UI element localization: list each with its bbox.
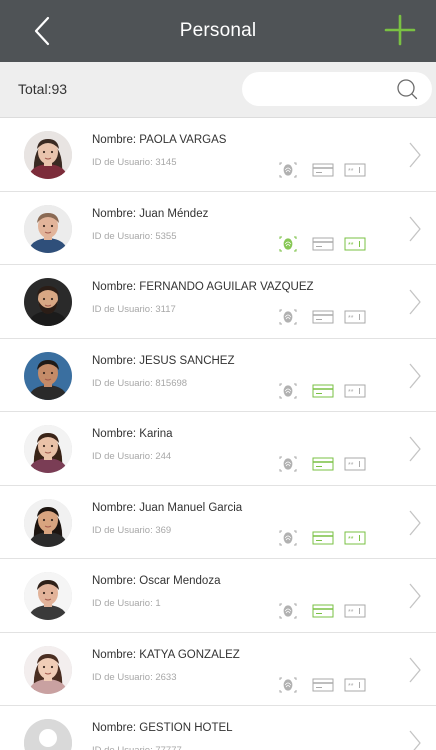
chevron-left-icon[interactable]: [26, 14, 60, 48]
card-icon: [312, 603, 334, 619]
user-id: ID de Usuario: 77777: [92, 745, 182, 750]
card-icon: [312, 383, 334, 399]
avatar: [24, 204, 72, 253]
card-icon: [312, 309, 334, 325]
list-item[interactable]: Nombre: PAOLA VARGAS ID de Usuario: 3145 …: [0, 118, 436, 192]
list-item[interactable]: Nombre: Juan Méndez ID de Usuario: 5355 *…: [0, 191, 436, 265]
user-id: ID de Usuario: 1: [92, 598, 161, 609]
list-item[interactable]: Nombre: Oscar Mendoza ID de Usuario: 1 **: [0, 559, 436, 633]
credential-icons: **: [277, 456, 369, 472]
fingerprint-icon: [277, 383, 299, 399]
credential-icons: **: [277, 530, 369, 546]
fingerprint-icon: [277, 603, 299, 619]
chevron-right-icon[interactable]: [408, 435, 422, 463]
fingerprint-icon: [277, 162, 299, 178]
avatar: [24, 425, 72, 473]
user-name: Nombre: KATYA GONZALEZ: [92, 648, 240, 661]
user-name: Nombre: Oscar Mendoza: [92, 575, 221, 587]
chevron-right-icon[interactable]: [408, 729, 422, 750]
fingerprint-icon: [277, 309, 299, 325]
user-name: Nombre: Juan Méndez: [92, 207, 209, 220]
user-list: Nombre: PAOLA VARGAS ID de Usuario: 3145 …: [0, 118, 436, 750]
page-title: Personal: [179, 20, 257, 41]
password-icon: **: [344, 677, 366, 693]
user-id: ID de Usuario: 3117: [92, 304, 176, 315]
user-name: Nombre: GESTION HOTEL: [92, 722, 233, 734]
avatar: [24, 719, 72, 750]
user-id: ID de Usuario: 815698: [92, 377, 188, 389]
svg-text:**: **: [348, 536, 354, 543]
svg-text:**: **: [348, 315, 354, 322]
search-input[interactable]: [256, 72, 386, 106]
list-item[interactable]: Nombre: Juan Manuel Garcia ID de Usuario:…: [0, 485, 436, 559]
password-icon: **: [344, 309, 366, 325]
svg-text:**: **: [348, 462, 354, 469]
user-id: ID de Usuario: 3145: [92, 157, 177, 168]
card-icon: [312, 677, 334, 693]
fingerprint-icon: [277, 456, 299, 472]
card-icon: [312, 530, 334, 546]
avatar: [24, 351, 72, 400]
list-item[interactable]: Nombre: GESTION HOTEL ID de Usuario: 7777…: [0, 706, 436, 750]
user-name: Nombre: FERNANDO AGUILAR VAZQUEZ: [92, 281, 314, 293]
credential-icons: **: [277, 383, 369, 399]
avatar: [24, 645, 72, 694]
card-icon: [312, 162, 334, 178]
svg-text:**: **: [348, 609, 354, 616]
list-item[interactable]: Nombre: Karina ID de Usuario: 244 **: [0, 412, 436, 486]
password-icon: **: [344, 162, 366, 178]
avatar: [24, 572, 72, 620]
card-icon: [312, 236, 334, 252]
credential-icons: **: [277, 162, 369, 178]
avatar: [24, 278, 72, 326]
user-name: Nombre: PAOLA VARGAS: [92, 134, 227, 146]
credential-icons: **: [277, 236, 369, 252]
svg-text:**: **: [348, 389, 354, 396]
chevron-right-icon[interactable]: [408, 141, 422, 169]
chevron-right-icon[interactable]: [408, 582, 422, 610]
credential-icons: **: [277, 309, 369, 325]
search-icon[interactable]: [396, 78, 418, 100]
svg-text:**: **: [348, 168, 354, 175]
fingerprint-icon: [277, 236, 299, 252]
plus-icon[interactable]: [384, 14, 416, 46]
password-icon: **: [344, 603, 366, 619]
credential-icons: **: [277, 677, 369, 693]
avatar: [24, 498, 72, 547]
chevron-right-icon[interactable]: [408, 509, 422, 537]
chevron-right-icon[interactable]: [408, 362, 422, 390]
toolbar: Total:93: [0, 62, 436, 118]
total-count: Total:93: [18, 81, 68, 97]
fingerprint-icon: [277, 677, 299, 693]
user-id: ID de Usuario: 5355: [92, 230, 177, 242]
header-bar: Personal: [0, 0, 436, 62]
user-id: ID de Usuario: 2633: [92, 671, 177, 683]
password-icon: **: [344, 530, 366, 546]
svg-text:**: **: [348, 242, 354, 249]
credential-icons: **: [277, 603, 369, 619]
chevron-right-icon[interactable]: [408, 656, 422, 684]
list-item[interactable]: Nombre: FERNANDO AGUILAR VAZQUEZ ID de Us…: [0, 265, 436, 339]
password-icon: **: [344, 383, 366, 399]
password-icon: **: [344, 456, 366, 472]
user-id: ID de Usuario: 244: [92, 451, 172, 462]
card-icon: [312, 456, 334, 472]
chevron-right-icon[interactable]: [408, 288, 422, 316]
user-name: Nombre: JESUS SANCHEZ: [92, 354, 235, 367]
list-item[interactable]: Nombre: KATYA GONZALEZ ID de Usuario: 263…: [0, 632, 436, 706]
password-icon: **: [344, 236, 366, 252]
svg-text:**: **: [348, 683, 354, 690]
chevron-right-icon[interactable]: [408, 215, 422, 243]
user-id: ID de Usuario: 369: [92, 524, 172, 536]
user-name: Nombre: Juan Manuel Garcia: [92, 501, 243, 514]
user-name: Nombre: Karina: [92, 428, 173, 440]
fingerprint-icon: [277, 530, 299, 546]
list-item[interactable]: Nombre: JESUS SANCHEZ ID de Usuario: 8156…: [0, 338, 436, 412]
avatar: [24, 131, 72, 179]
search-box[interactable]: [242, 72, 432, 106]
